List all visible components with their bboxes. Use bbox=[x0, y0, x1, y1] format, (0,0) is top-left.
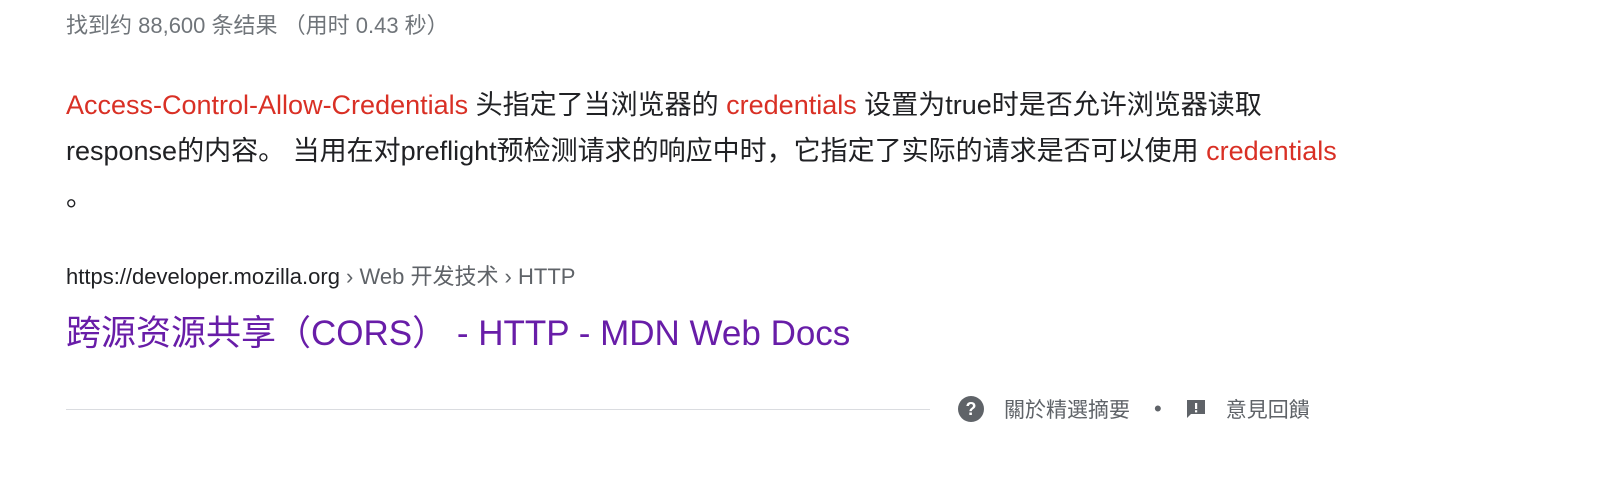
featured-snippet-text: Access-Control-Allow-Credentials 头指定了当浏览… bbox=[66, 82, 1366, 220]
feedback-label: 意見回饋 bbox=[1225, 399, 1310, 422]
snippet-highlight: Access-Control-Allow-Credentials bbox=[66, 90, 469, 120]
snippet-footer: ? 關於精選摘要 • 意見回饋 bbox=[958, 392, 1310, 426]
result-breadcrumb: › Web 开发技术 › HTTP bbox=[339, 264, 576, 289]
snippet-highlight: credentials bbox=[726, 90, 857, 120]
feedback-icon bbox=[1186, 400, 1205, 418]
feedback-button[interactable]: 意見回饋 bbox=[1184, 394, 1310, 424]
help-circle-icon: ? bbox=[958, 396, 984, 422]
result-url-breadcrumb[interactable]: https://developer.mozilla.org › Web 开发技术… bbox=[66, 262, 575, 292]
result-stats: 找到约 88,600 条结果 （用时 0.43 秒） bbox=[66, 13, 449, 38]
snippet-highlight: credentials bbox=[1206, 136, 1337, 166]
result-title-link[interactable]: 跨源资源共享（CORS） - HTTP - MDN Web Docs bbox=[66, 310, 850, 358]
snippet-text: 头指定了当浏览器的 bbox=[468, 90, 727, 120]
about-featured-snippets-button[interactable]: ? 關於精選摘要 bbox=[958, 394, 1130, 424]
about-featured-snippets-label: 關於精選摘要 bbox=[1004, 399, 1130, 422]
result-url: https://developer.mozilla.org bbox=[66, 264, 340, 289]
divider bbox=[66, 409, 930, 410]
snippet-text: 。 bbox=[66, 182, 93, 212]
separator-dot: • bbox=[1154, 396, 1162, 421]
